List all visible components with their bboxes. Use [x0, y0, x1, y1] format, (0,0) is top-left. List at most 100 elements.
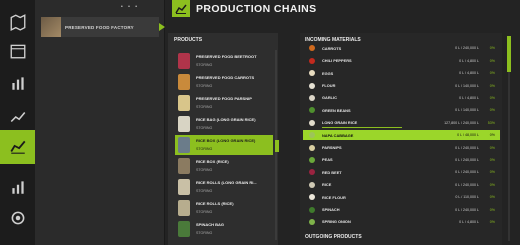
material-amount: 0 L / 110,000 L [455, 195, 479, 200]
product-icon [178, 158, 190, 174]
material-name: EGGS [322, 70, 334, 76]
sidebar-item-chart[interactable] [4, 174, 31, 200]
product-icon [178, 179, 190, 195]
product-status: STORING [196, 189, 213, 193]
material-row[interactable]: CARROTS 0 L / 240,000 L 0% [303, 43, 500, 54]
stats-icon [11, 77, 24, 90]
material-name: LONG GRAIN RICE [322, 120, 358, 126]
product-row[interactable]: RICE ROLLS (LONG GRAIN RI... STORING [175, 177, 273, 197]
material-icon [309, 181, 315, 188]
material-icon [309, 194, 315, 201]
product-name: SPINACH BAG [196, 222, 225, 227]
chart-icon [11, 181, 24, 194]
product-status: STORING [196, 105, 213, 109]
material-amount: 0 L / 240,000 L [455, 170, 479, 175]
incoming-materials-heading: INCOMING MATERIALS [305, 37, 361, 43]
material-row[interactable]: EGGS 0 L / 4,800 L 0% [303, 68, 500, 79]
product-status: STORING [196, 147, 213, 151]
material-icon [309, 218, 315, 225]
sidebar-item-production-chains[interactable] [0, 130, 35, 164]
sidebar-item-contracts[interactable] [4, 205, 31, 231]
product-row[interactable]: RICE ROLLS (RICE) STORING [175, 198, 273, 218]
material-percent: 0% [489, 207, 495, 212]
product-row[interactable]: PRESERVED FOOD CARROTS STORING [175, 72, 273, 92]
material-name: PARSNIPS [322, 145, 342, 151]
factory-list-column: • • • PRESERVED FOOD FACTORY [35, 0, 165, 245]
sidebar-item-stats[interactable] [4, 70, 31, 96]
material-icon [309, 70, 315, 77]
material-amount: 0 L / 4,800 L [459, 95, 479, 100]
product-row[interactable]: SPINACH BAG STORING [175, 219, 273, 239]
material-icon [309, 94, 315, 101]
material-name: SPINACH [322, 207, 340, 213]
material-amount: 0 L / 140,000 L [455, 83, 479, 88]
material-amount: 0 L / 240,000 L [455, 145, 479, 150]
material-row[interactable]: PEAS 0 L / 240,000 L 0% [303, 155, 500, 166]
contracts-icon [11, 211, 24, 225]
product-icon [178, 221, 190, 237]
material-fill-bar [322, 126, 402, 129]
product-icon [178, 95, 190, 111]
product-name: PRESERVED FOOD BEETROOT [196, 54, 257, 59]
pager-dots[interactable]: • • • [121, 4, 139, 10]
product-row[interactable]: RICE BOX (RICE) STORING [175, 156, 273, 176]
material-row[interactable]: SPRING ONION 0 L / 4,800 L 0% [303, 217, 500, 228]
material-row[interactable]: LONG GRAIN RICE 127,800 L / 240,000 L 53% [303, 117, 500, 129]
material-row[interactable]: SPINACH 0 L / 240,000 L 0% [303, 204, 500, 215]
material-name: CARROTS [322, 45, 342, 51]
product-row[interactable]: RICE BOX (LONG GRAIN RICE) STORING [175, 135, 273, 155]
factory-thumbnail [41, 17, 61, 37]
product-status: STORING [196, 63, 213, 67]
material-percent: 0% [489, 219, 495, 224]
material-row[interactable]: NAPA CABBAGE 0 L / 48,000 L 0% [303, 129, 500, 141]
material-percent: 53% [487, 120, 495, 125]
sidebar-item-map[interactable] [4, 9, 31, 35]
material-amount: 0 L / 4,800 L [459, 219, 479, 224]
material-amount: 0 L / 4,800 L [459, 58, 479, 63]
factory-label: PRESERVED FOOD FACTORY [65, 24, 134, 30]
material-row[interactable]: GREEN BEANS 0 L / 140,000 L 0% [303, 105, 500, 116]
material-name: SPRING ONION [322, 219, 351, 225]
material-percent: 0% [489, 157, 495, 162]
product-status: STORING [196, 210, 213, 214]
material-name: GARLIC [322, 95, 337, 101]
finance-icon [10, 111, 25, 123]
material-row[interactable]: GARLIC 0 L / 4,800 L 0% [303, 93, 500, 104]
material-percent: 0% [489, 195, 495, 200]
material-icon [309, 57, 315, 64]
product-icon [178, 137, 190, 153]
sidebar-item-finance[interactable] [4, 104, 31, 130]
material-name: RICE FLOUR [322, 194, 346, 200]
product-row[interactable]: PRESERVED FOOD PARSNIP STORING [175, 93, 273, 113]
material-name: RICE [322, 182, 332, 188]
selected-arrow-icon [159, 23, 165, 31]
material-percent: 0% [489, 83, 495, 88]
material-name: CHILI PEPPERS [322, 58, 352, 64]
material-amount: 0 L / 240,000 L [455, 157, 479, 162]
material-row[interactable]: RICE FLOUR 0 L / 110,000 L 0% [303, 192, 500, 203]
material-row[interactable]: PARSNIPS 0 L / 240,000 L 0% [303, 142, 500, 153]
material-row[interactable]: FLOUR 0 L / 140,000 L 0% [303, 80, 500, 91]
sidebar-item-calendar[interactable] [4, 38, 31, 64]
product-name: RICE ROLLS (RICE) [196, 201, 234, 206]
material-name: FLOUR [322, 83, 336, 89]
material-percent: 0% [489, 133, 495, 138]
material-percent: 0% [489, 46, 495, 51]
material-icon [309, 82, 315, 89]
page-title: PRODUCTION CHAINS [196, 3, 317, 15]
factory-item-preserved-food[interactable]: PRESERVED FOOD FACTORY [41, 17, 165, 37]
material-percent: 0% [489, 108, 495, 113]
material-icon [309, 45, 315, 52]
product-row[interactable]: PRESERVED FOOD BEETROOT STORING [175, 51, 273, 71]
material-row[interactable]: RICE 0 L / 240,000 L 0% [303, 179, 500, 190]
product-row[interactable]: RICE BAG (LONG GRAIN RICE) STORING [175, 114, 273, 134]
outgoing-products-heading: OUTGOING PRODUCTS [305, 234, 362, 240]
material-row[interactable]: CHILI PEPPERS 0 L / 4,800 L 0% [303, 55, 500, 66]
production-chains-header-icon [172, 0, 190, 17]
materials-scrollbar-thumb[interactable] [507, 36, 511, 72]
material-name: GREEN BEANS [322, 107, 351, 113]
products-scrollbar-thumb[interactable] [275, 140, 279, 152]
material-icon [309, 169, 315, 176]
material-percent: 0% [489, 71, 495, 76]
material-row[interactable]: RED BEET 0 L / 240,000 L 0% [303, 167, 500, 178]
